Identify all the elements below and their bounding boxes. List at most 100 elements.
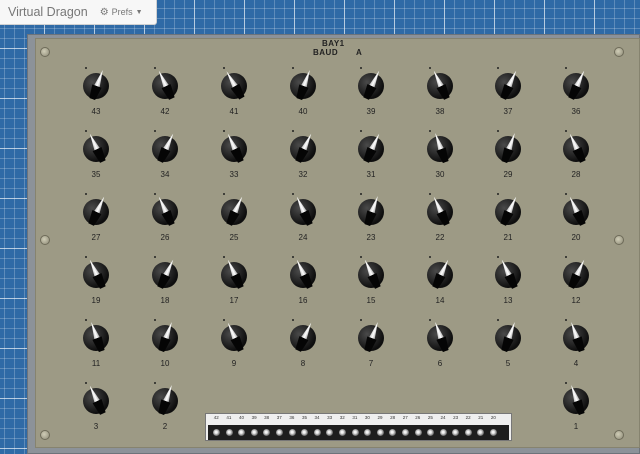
plug-jack[interactable] (238, 429, 246, 436)
plug-label: 35 (301, 415, 307, 420)
rotary-switch-27[interactable]: 27 (82, 193, 116, 251)
rotary-switch-33[interactable]: 33 (220, 130, 254, 188)
plug-jack[interactable] (351, 429, 359, 436)
rotary-switch-40[interactable]: 40 (289, 67, 323, 125)
plug-jack[interactable] (376, 429, 384, 436)
rotary-switch-38[interactable]: 38 (426, 67, 460, 125)
plug-jack[interactable] (225, 429, 233, 436)
position-dot (429, 130, 431, 132)
knob-number: 10 (160, 359, 170, 368)
position-dot (565, 193, 567, 195)
app-brand[interactable]: Virtual Dragon (8, 5, 88, 19)
position-dot (85, 256, 87, 258)
rotary-switch-1[interactable]: 1 (562, 382, 596, 440)
plug-jack[interactable] (427, 429, 435, 436)
rotary-switch-16[interactable]: 16 (289, 256, 323, 314)
rotary-switch-37[interactable]: 37 (494, 67, 528, 125)
rotary-switch-28[interactable]: 28 (562, 130, 596, 188)
rotary-switch-31[interactable]: 31 (357, 130, 391, 188)
knob-number: 37 (503, 107, 513, 116)
plug-jack[interactable] (389, 429, 397, 436)
rotary-switch-12[interactable]: 12 (562, 256, 596, 314)
plug-jack[interactable] (301, 429, 309, 436)
rotary-switch-42[interactable]: 42 (151, 67, 185, 125)
plug-jack[interactable] (464, 429, 472, 436)
plug-jack[interactable] (414, 429, 422, 436)
rotary-switch-41[interactable]: 41 (220, 67, 254, 125)
knob-number: 30 (435, 170, 445, 179)
knob-number: 8 (300, 359, 306, 368)
knob-number: 18 (160, 296, 170, 305)
rotary-switch-32[interactable]: 32 (289, 130, 323, 188)
rotary-switch-43[interactable]: 43 (82, 67, 116, 125)
knob-number: 16 (298, 296, 308, 305)
plug-jack[interactable] (275, 429, 283, 436)
knob-number: 12 (571, 296, 581, 305)
rotary-switch-36[interactable]: 36 (562, 67, 596, 125)
plug-label: 28 (390, 415, 396, 420)
panel-screw (614, 235, 624, 245)
position-dot (85, 130, 87, 132)
plug-jack[interactable] (452, 429, 460, 436)
rotary-switch-14[interactable]: 14 (426, 256, 460, 314)
knob-number: 6 (437, 359, 443, 368)
knob-number: 11 (91, 359, 101, 368)
rotary-switch-17[interactable]: 17 (220, 256, 254, 314)
knob-number: 28 (571, 170, 581, 179)
rotary-switch-23[interactable]: 23 (357, 193, 391, 251)
plug-jack[interactable] (338, 429, 346, 436)
plug-jack[interactable] (326, 429, 334, 436)
rotary-switch-24[interactable]: 24 (289, 193, 323, 251)
plug-jack[interactable] (490, 429, 498, 436)
position-dot (223, 67, 225, 69)
rotary-switch-11[interactable]: 11 (82, 319, 116, 377)
plug-label: 26 (415, 415, 421, 420)
rotary-switch-30[interactable]: 30 (426, 130, 460, 188)
rotary-switch-18[interactable]: 18 (151, 256, 185, 314)
rotary-switch-6[interactable]: 6 (426, 319, 460, 377)
rotary-switch-26[interactable]: 26 (151, 193, 185, 251)
knob-number: 40 (298, 107, 308, 116)
plug-jack[interactable] (288, 429, 296, 436)
rotary-switch-25[interactable]: 25 (220, 193, 254, 251)
plug-jack[interactable] (439, 429, 447, 436)
plug-jack[interactable] (313, 429, 321, 436)
plug-jack[interactable] (213, 429, 220, 436)
rotary-switch-22[interactable]: 22 (426, 193, 460, 251)
plug-label: 36 (289, 415, 295, 420)
plug-jack[interactable] (250, 429, 258, 436)
rotary-switch-7[interactable]: 7 (357, 319, 391, 377)
plug-jack[interactable] (364, 429, 372, 436)
position-dot (565, 319, 567, 321)
position-dot (154, 67, 156, 69)
rotary-switch-13[interactable]: 13 (494, 256, 528, 314)
knob-number: 27 (91, 233, 101, 242)
rotary-switch-2[interactable]: 2 (151, 382, 185, 440)
rotary-switch-4[interactable]: 4 (562, 319, 596, 377)
rotary-switch-15[interactable]: 15 (357, 256, 391, 314)
plug-jack[interactable] (263, 429, 271, 436)
plugboard-labels: 42 41 40 39 38 37 36 35 34 33 32 31 30 29 28 27 26 25 24 23… (210, 415, 500, 423)
position-dot (292, 193, 294, 195)
rotary-switch-20[interactable]: 20 (562, 193, 596, 251)
plug-jack[interactable] (401, 429, 409, 436)
rotary-switch-39[interactable]: 39 (357, 67, 391, 125)
position-dot (154, 319, 156, 321)
plug-label: 23 (453, 415, 459, 420)
plug-jack[interactable] (477, 429, 485, 436)
rotary-switch-3[interactable]: 3 (82, 382, 116, 440)
position-dot (223, 256, 225, 258)
rotary-switch-21[interactable]: 21 (494, 193, 528, 251)
rotary-switch-5[interactable]: 5 (494, 319, 528, 377)
rotary-switch-10[interactable]: 10 (151, 319, 185, 377)
rotary-switch-19[interactable]: 19 (82, 256, 116, 314)
knob-number: 19 (91, 296, 101, 305)
rotary-switch-9[interactable]: 9 (220, 319, 254, 377)
rotary-switch-29[interactable]: 29 (494, 130, 528, 188)
knob-number: 4 (573, 359, 579, 368)
rotary-switch-8[interactable]: 8 (289, 319, 323, 377)
rotary-switch-35[interactable]: 35 (82, 130, 116, 188)
position-dot (360, 193, 362, 195)
prefs-dropdown[interactable]: ⚙ Prefs ▼ (100, 7, 143, 18)
rotary-switch-34[interactable]: 34 (151, 130, 185, 188)
